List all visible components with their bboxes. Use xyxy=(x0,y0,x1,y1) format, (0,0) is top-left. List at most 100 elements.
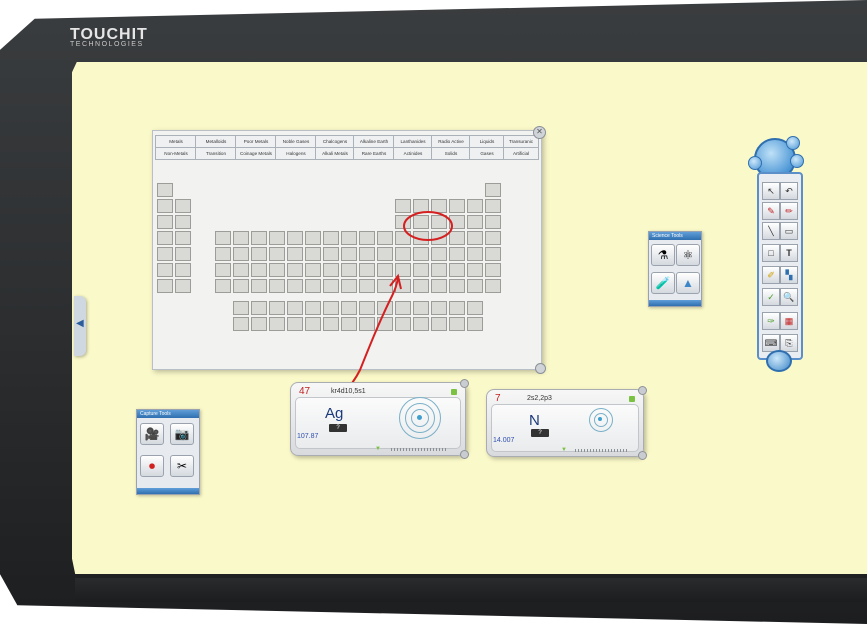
tab-solids[interactable]: Solids xyxy=(431,147,471,160)
main-toolbar[interactable]: ↖ ↶ ✎ ✏ ╲ ▭ □ T ✐ ▚ ✓ 🔍 ✑ ▦ ⌨ ⎘ xyxy=(757,172,803,360)
element-cell[interactable] xyxy=(395,215,411,229)
tab-coinage-metals[interactable]: Coinage Metals xyxy=(235,147,277,160)
element-cell[interactable] xyxy=(233,279,249,293)
element-cell[interactable] xyxy=(485,215,501,229)
element-cell[interactable] xyxy=(449,317,465,331)
flask-icon[interactable]: 🧪 xyxy=(651,272,675,294)
element-cell[interactable] xyxy=(449,199,465,213)
element-cell[interactable] xyxy=(395,199,411,213)
element-cell[interactable] xyxy=(341,317,357,331)
element-cell[interactable] xyxy=(413,247,429,261)
element-cell[interactable] xyxy=(431,215,447,229)
snip-icon[interactable]: ✂ xyxy=(170,455,194,477)
element-cell[interactable] xyxy=(287,231,303,245)
element-cell[interactable] xyxy=(251,279,267,293)
element-cell[interactable] xyxy=(431,231,447,245)
side-drawer-handle[interactable]: ◀ xyxy=(74,296,86,356)
element-cell[interactable] xyxy=(395,247,411,261)
help-button[interactable]: ? xyxy=(531,429,549,437)
tab-gases[interactable]: Gases xyxy=(469,147,505,160)
element-cell[interactable] xyxy=(287,317,303,331)
undo-icon[interactable]: ↶ xyxy=(780,182,798,200)
text-icon[interactable]: T xyxy=(780,244,798,262)
element-cell[interactable] xyxy=(449,215,465,229)
element-cell[interactable] xyxy=(269,301,285,315)
element-cell[interactable] xyxy=(485,183,501,197)
toolbar-footer[interactable] xyxy=(754,350,802,372)
element-cell[interactable] xyxy=(233,317,249,331)
tab-actinides[interactable]: Actinides xyxy=(393,147,433,160)
tab-artificial[interactable]: Artificial xyxy=(503,147,539,160)
element-cell[interactable] xyxy=(449,231,465,245)
close-icon[interactable]: ✕ xyxy=(533,126,546,139)
element-cell[interactable] xyxy=(323,279,339,293)
element-cell[interactable] xyxy=(413,199,429,213)
element-cell[interactable] xyxy=(467,263,483,277)
video-capture-icon[interactable]: 🎥 xyxy=(140,423,164,445)
element-cell[interactable] xyxy=(431,317,447,331)
periodic-table-window[interactable]: Metals Metalloids Poor Metals Noble Gase… xyxy=(152,126,546,374)
element-cell[interactable] xyxy=(359,279,375,293)
element-cell[interactable] xyxy=(467,215,483,229)
element-cell[interactable] xyxy=(269,247,285,261)
triangle-icon[interactable]: ▲ xyxy=(676,272,700,294)
element-cell[interactable] xyxy=(233,263,249,277)
element-cell[interactable] xyxy=(449,247,465,261)
element-cell[interactable] xyxy=(485,231,501,245)
rectangle-icon[interactable]: □ xyxy=(762,244,780,262)
element-cell[interactable] xyxy=(157,279,173,293)
element-cell[interactable] xyxy=(251,263,267,277)
element-cell[interactable] xyxy=(175,231,191,245)
element-cell[interactable] xyxy=(287,279,303,293)
element-cell[interactable] xyxy=(341,301,357,315)
tab-non-metals[interactable]: Non-Metals xyxy=(155,147,197,160)
tab-halogens[interactable]: Halogens xyxy=(275,147,317,160)
camera-icon[interactable]: 📷 xyxy=(170,423,194,445)
element-cell[interactable] xyxy=(467,301,483,315)
element-cell[interactable] xyxy=(215,247,231,261)
element-cell[interactable] xyxy=(395,263,411,277)
element-cell[interactable] xyxy=(431,247,447,261)
calendar-icon[interactable]: ▦ xyxy=(780,312,798,330)
element-cell[interactable] xyxy=(467,317,483,331)
element-cell[interactable] xyxy=(269,263,285,277)
check-icon[interactable]: ✓ xyxy=(762,288,780,306)
element-cell[interactable] xyxy=(341,247,357,261)
element-cell[interactable] xyxy=(323,231,339,245)
pin-orb-icon[interactable] xyxy=(748,156,762,170)
settings-orb-icon[interactable] xyxy=(790,154,804,168)
element-cell[interactable] xyxy=(233,247,249,261)
element-cell[interactable] xyxy=(215,231,231,245)
capture-tools-palette[interactable]: Capture Tools 🎥 📷 ⏺ ✂ xyxy=(136,409,200,495)
element-cell[interactable] xyxy=(175,247,191,261)
element-cell[interactable] xyxy=(467,199,483,213)
element-cell[interactable] xyxy=(251,247,267,261)
element-cell[interactable] xyxy=(157,199,173,213)
resize-knob[interactable] xyxy=(638,451,647,460)
element-cell[interactable] xyxy=(323,247,339,261)
close-knob[interactable] xyxy=(460,379,469,388)
record-icon[interactable]: ⏺ xyxy=(140,455,164,477)
element-cell[interactable] xyxy=(323,263,339,277)
element-cell[interactable] xyxy=(359,301,375,315)
element-cell[interactable] xyxy=(157,183,173,197)
element-cell[interactable] xyxy=(431,199,447,213)
resize-handle[interactable] xyxy=(535,363,546,374)
element-cell[interactable] xyxy=(341,263,357,277)
element-cell[interactable] xyxy=(305,263,321,277)
element-cell[interactable] xyxy=(467,279,483,293)
highlighter-icon[interactable]: ✐ xyxy=(762,266,780,284)
element-cell[interactable] xyxy=(287,301,303,315)
element-cell[interactable] xyxy=(485,279,501,293)
element-cell[interactable] xyxy=(175,215,191,229)
pen-icon[interactable]: ✎ xyxy=(762,202,780,220)
element-cell[interactable] xyxy=(157,215,173,229)
element-cell[interactable] xyxy=(341,231,357,245)
element-cell[interactable] xyxy=(269,317,285,331)
element-cell[interactable] xyxy=(305,231,321,245)
expand-arrow-icon[interactable]: ▼ xyxy=(561,447,567,453)
element-cell[interactable] xyxy=(467,247,483,261)
cursor-icon[interactable]: ↖ xyxy=(762,182,780,200)
element-cell[interactable] xyxy=(431,263,447,277)
brush-icon[interactable]: ✑ xyxy=(762,312,780,330)
